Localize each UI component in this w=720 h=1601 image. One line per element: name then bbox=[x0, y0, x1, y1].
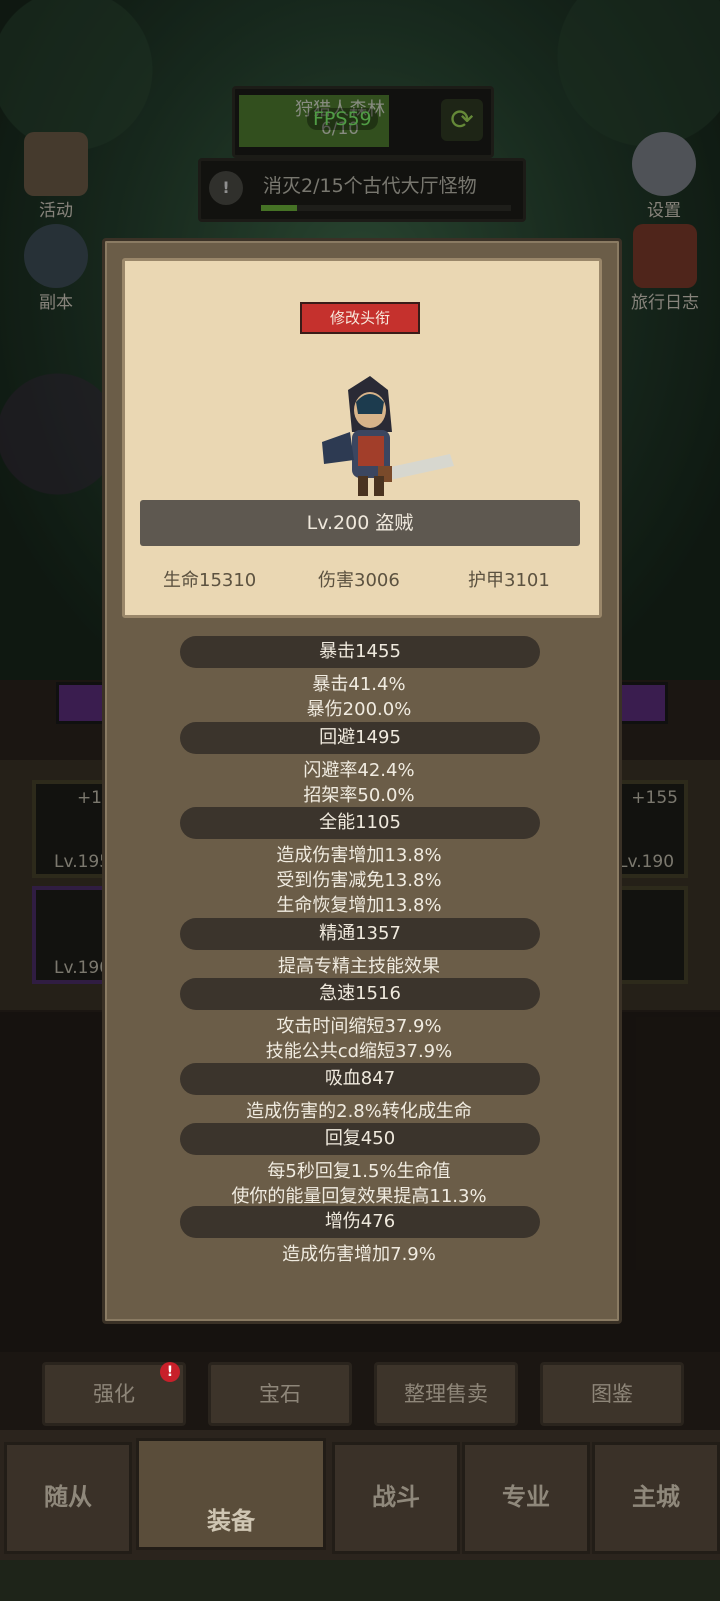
nav-followers[interactable]: 随从 bbox=[4, 1442, 132, 1554]
hp-stat: 生命15310 bbox=[163, 570, 257, 591]
crit-header: 暴击1455 bbox=[180, 636, 540, 668]
rogue-character-icon bbox=[322, 376, 454, 496]
stat-line: 造成伤害的2.8%转化成生命 bbox=[246, 1101, 472, 1122]
edit-title-button[interactable]: 修改头衔 bbox=[300, 302, 420, 334]
damage-bonus-header: 增伤476 bbox=[180, 1206, 540, 1238]
stat-line: 使你的能量回复效果提高11.3% bbox=[231, 1186, 487, 1207]
stat-line: 提高专精主技能效果 bbox=[278, 956, 440, 977]
nav-profession[interactable]: 专业 bbox=[462, 1442, 590, 1554]
stat-line: 受到伤害减免13.8% bbox=[276, 870, 442, 891]
stat-line: 暴击41.4% bbox=[312, 674, 406, 695]
lifesteal-header: 吸血847 bbox=[180, 1063, 540, 1095]
stat-line: 造成伤害增加13.8% bbox=[276, 845, 442, 866]
nav-equipment[interactable]: 装备 bbox=[136, 1438, 326, 1550]
sort-sell-button[interactable]: 整理售卖 bbox=[374, 1362, 518, 1426]
stat-line: 暴伤200.0% bbox=[306, 699, 412, 720]
stat-line: 攻击时间缩短37.9% bbox=[276, 1016, 442, 1037]
level-class-bar: Lv.200 盗贼 bbox=[140, 500, 580, 546]
gem-button[interactable]: 宝石 bbox=[208, 1362, 352, 1426]
nav-main-city[interactable]: 主城 bbox=[592, 1442, 720, 1554]
regen-header: 回复450 bbox=[180, 1123, 540, 1155]
stat-line: 招架率50.0% bbox=[303, 785, 415, 806]
stat-line: 技能公共cd缩短37.9% bbox=[265, 1041, 453, 1062]
nav-battle[interactable]: 战斗 bbox=[332, 1442, 460, 1554]
versatility-header: 全能1105 bbox=[180, 807, 540, 839]
haste-header: 急速1516 bbox=[180, 978, 540, 1010]
stat-line: 造成伤害增加7.9% bbox=[282, 1244, 436, 1265]
armor-stat: 护甲3101 bbox=[468, 570, 550, 591]
alert-badge: ! bbox=[160, 1362, 180, 1382]
dodge-header: 回避1495 bbox=[180, 722, 540, 754]
stat-line: 闪避率42.4% bbox=[303, 760, 415, 781]
damage-stat: 伤害3006 bbox=[318, 570, 400, 591]
collection-button[interactable]: 图鉴 bbox=[540, 1362, 684, 1426]
stat-line: 每5秒回复1.5%生命值 bbox=[267, 1161, 451, 1182]
mastery-header: 精通1357 bbox=[180, 918, 540, 950]
stat-line: 生命恢复增加13.8% bbox=[276, 895, 442, 916]
